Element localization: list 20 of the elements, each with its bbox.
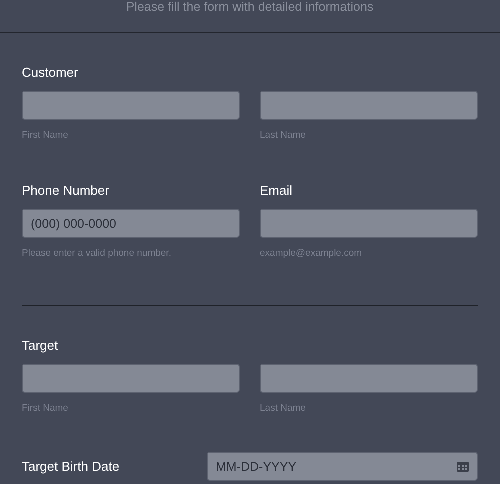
- section-label: Target: [22, 338, 60, 353]
- field-label: Phone Number: [22, 183, 110, 198]
- input-field[interactable]: (000) 000-0000: [22, 209, 240, 238]
- field-hint: First Name: [22, 130, 70, 141]
- form-subtitle: Please fill the form with detailed informations: [126, 0, 374, 14]
- field-hint: example@example.com: [260, 248, 364, 259]
- date-field[interactable]: MM-DD-YYYY: [207, 452, 478, 481]
- input-field[interactable]: [260, 209, 478, 238]
- input-field[interactable]: [22, 91, 240, 120]
- field-hint: First Name: [22, 403, 70, 414]
- field-hint: Last Name: [260, 130, 307, 141]
- field-label: Target Birth Date: [22, 459, 121, 474]
- field-hint: Last Name: [260, 403, 307, 414]
- calendar-icon[interactable]: [457, 461, 469, 472]
- field-hint: Please enter a valid phone number.: [22, 248, 172, 259]
- input-field[interactable]: [260, 364, 478, 393]
- input-field[interactable]: [260, 91, 478, 120]
- field-label: Email: [260, 183, 294, 198]
- section-label: Customer: [22, 65, 80, 80]
- input-field[interactable]: [22, 364, 240, 393]
